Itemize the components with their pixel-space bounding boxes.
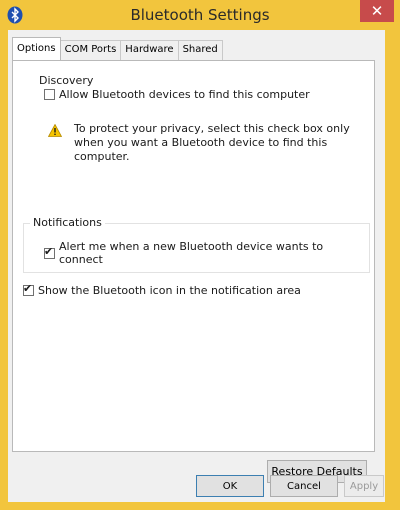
tab-strip: Options COM Ports Hardware Shared <box>12 37 223 60</box>
alert-new-device-label: Alert me when a new Bluetooth device wan… <box>59 240 324 266</box>
check-mark-icon: ✔ <box>44 244 54 258</box>
check-mark-icon: ✔ <box>23 282 33 295</box>
show-tray-icon-row[interactable]: ✔ Show the Bluetooth icon in the notific… <box>23 282 301 297</box>
apply-button[interactable]: Apply <box>344 475 384 497</box>
privacy-warning-line-1: To protect your privacy, select this che… <box>74 122 350 135</box>
warning-icon <box>48 124 62 137</box>
privacy-warning-line-2: when you want a Bluetooth device to find… <box>74 136 328 149</box>
close-icon: ✕ <box>370 2 384 20</box>
show-tray-icon-label: Show the Bluetooth icon in the notificat… <box>38 284 301 297</box>
tab-hardware[interactable]: Hardware <box>120 40 179 60</box>
allow-discovery-label: Allow Bluetooth devices to find this com… <box>59 88 310 101</box>
window-title: Bluetooth Settings <box>130 6 270 24</box>
options-panel: Discovery Allow Bluetooth devices to fin… <box>12 60 375 483</box>
tab-shared[interactable]: Shared <box>177 40 223 60</box>
close-button[interactable]: ✕ <box>360 0 394 22</box>
tab-com-ports[interactable]: COM Ports <box>59 40 122 60</box>
allow-discovery-checkbox[interactable] <box>44 89 55 100</box>
show-tray-icon-checkbox[interactable]: ✔ <box>23 282 34 296</box>
ok-button[interactable]: OK <box>196 475 264 497</box>
alert-new-device-checkbox[interactable]: ✔ <box>44 244 55 259</box>
tab-options[interactable]: Options <box>12 37 61 60</box>
allow-discovery-row[interactable]: Allow Bluetooth devices to find this com… <box>44 88 310 101</box>
notifications-group: Notifications ✔ Alert me when a new Blue… <box>23 216 370 273</box>
title-bar[interactable]: Bluetooth Settings ✕ <box>0 0 400 30</box>
cancel-button[interactable]: Cancel <box>270 475 338 497</box>
privacy-warning-line-3: computer. <box>74 150 130 163</box>
discovery-group-title: Discovery <box>36 74 97 87</box>
discovery-group: Discovery Allow Bluetooth devices to fin… <box>29 74 361 203</box>
bluetooth-settings-window: Bluetooth Settings ✕ Options COM Ports H… <box>0 0 400 510</box>
notifications-group-title: Notifications <box>30 216 105 229</box>
dialog-client-area: Options COM Ports Hardware Shared Discov… <box>8 30 385 502</box>
alert-new-device-row[interactable]: ✔ Alert me when a new Bluetooth device w… <box>44 240 369 266</box>
